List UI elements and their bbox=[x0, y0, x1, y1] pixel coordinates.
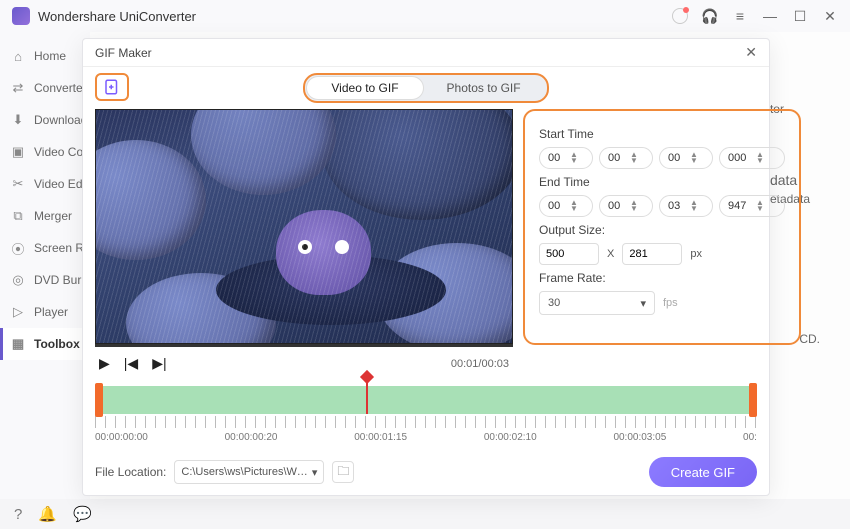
output-size-label: Output Size: bbox=[539, 223, 785, 237]
end-ms-stepper[interactable]: 947▲▼ bbox=[719, 195, 785, 217]
next-frame-button[interactable]: ▶| bbox=[152, 355, 166, 372]
timeline: 00:00:00:00 00:00:00:20 00:00:01:15 00:0… bbox=[95, 386, 757, 443]
home-icon: ⌂ bbox=[10, 48, 26, 64]
sidebar-item-home[interactable]: ⌂ Home bbox=[0, 40, 90, 72]
sidebar-item-label: Home bbox=[34, 49, 66, 63]
size-unit: px bbox=[690, 248, 702, 260]
size-separator: X bbox=[607, 248, 614, 260]
stepper-arrows-icon[interactable]: ▲▼ bbox=[570, 200, 588, 212]
file-location-select[interactable]: C:\Users\ws\Pictures\Wonders ▾ bbox=[174, 460, 324, 484]
prev-frame-button[interactable]: |◀ bbox=[124, 355, 138, 372]
menu-icon[interactable]: ≡ bbox=[732, 8, 748, 24]
stepper-arrows-icon[interactable]: ▲▼ bbox=[570, 152, 588, 164]
video-preview[interactable] bbox=[95, 109, 513, 344]
add-media-button[interactable] bbox=[95, 73, 129, 101]
sidebar-item-video-compressor[interactable]: ▣Video Compressor bbox=[0, 136, 90, 168]
fps-unit: fps bbox=[663, 297, 678, 309]
output-width-input[interactable] bbox=[539, 243, 599, 265]
support-icon[interactable]: 🎧 bbox=[702, 8, 718, 24]
titlebar: Wondershare UniConverter 🎧 ≡ — ☐ ✕ bbox=[0, 0, 850, 32]
sidebar-item-player[interactable]: ▷ Player bbox=[0, 296, 90, 328]
output-height-input[interactable] bbox=[622, 243, 682, 265]
end-time-label: End Time bbox=[539, 175, 785, 189]
sidebar: ⌂ Home ⇄ Converter ⬇Downloader ▣Video Comp… bbox=[0, 32, 90, 499]
window-minimize-icon[interactable]: — bbox=[762, 8, 778, 24]
chevron-down-icon: ▾ bbox=[640, 297, 646, 310]
sidebar-item-screen-recorder[interactable]: ⦿Screen Recorder bbox=[0, 232, 90, 264]
create-gif-button[interactable]: Create GIF bbox=[649, 457, 757, 487]
stepper-arrows-icon[interactable]: ▲▼ bbox=[690, 200, 708, 212]
account-icon[interactable] bbox=[672, 8, 688, 24]
sidebar-item-label: Toolbox bbox=[34, 337, 80, 351]
tab-video-to-gif[interactable]: Video to GIF bbox=[307, 77, 422, 99]
disc-icon: ◎ bbox=[10, 272, 26, 288]
start-time-label: Start Time bbox=[539, 127, 785, 141]
tab-photos-to-gif[interactable]: Photos to GIF bbox=[423, 77, 545, 99]
bell-icon[interactable]: 🔔 bbox=[38, 505, 57, 523]
sidebar-item-toolbox[interactable]: ▦ Toolbox bbox=[0, 328, 90, 360]
file-location-label: File Location: bbox=[95, 465, 166, 479]
start-hours-stepper[interactable]: 00▲▼ bbox=[539, 147, 593, 169]
stepper-arrows-icon[interactable]: ▲▼ bbox=[756, 152, 780, 164]
timeline-playhead[interactable] bbox=[366, 376, 368, 414]
dialog-title: GIF Maker bbox=[95, 46, 152, 60]
trim-end-handle[interactable] bbox=[749, 383, 757, 417]
mode-tabs: Video to GIF Photos to GIF bbox=[303, 73, 548, 103]
end-hours-stepper[interactable]: 00▲▼ bbox=[539, 195, 593, 217]
timeline-track[interactable] bbox=[95, 386, 757, 414]
stepper-arrows-icon[interactable]: ▲▼ bbox=[630, 152, 648, 164]
scissors-icon: ✂ bbox=[10, 176, 26, 192]
sidebar-item-label: Player bbox=[34, 305, 68, 319]
sidebar-item-converter[interactable]: ⇄ Converter bbox=[0, 72, 90, 104]
timeline-ticks bbox=[95, 416, 757, 428]
play-icon: ▷ bbox=[10, 304, 26, 320]
sidebar-item-label: Converter bbox=[34, 81, 87, 95]
statusbar: ? 🔔 💬 bbox=[0, 499, 850, 529]
app-logo bbox=[12, 7, 30, 25]
frame-rate-label: Frame Rate: bbox=[539, 271, 785, 285]
help-icon[interactable]: ? bbox=[14, 506, 22, 523]
start-seconds-stepper[interactable]: 00▲▼ bbox=[659, 147, 713, 169]
sidebar-item-downloader[interactable]: ⬇Downloader bbox=[0, 104, 90, 136]
browse-folder-button[interactable]: 🗀 bbox=[332, 461, 354, 483]
gif-maker-dialog: GIF Maker ✕ Video to GIF Photos to GIF bbox=[82, 38, 770, 496]
trim-start-handle[interactable] bbox=[95, 383, 103, 417]
stepper-arrows-icon[interactable]: ▲▼ bbox=[756, 200, 780, 212]
compress-icon: ▣ bbox=[10, 144, 26, 160]
frame-rate-select[interactable]: 30 ▾ bbox=[539, 291, 655, 315]
convert-icon: ⇄ bbox=[10, 80, 26, 96]
window-maximize-icon[interactable]: ☐ bbox=[792, 8, 808, 24]
grid-icon: ▦ bbox=[10, 336, 26, 352]
stepper-arrows-icon[interactable]: ▲▼ bbox=[690, 152, 708, 164]
window-close-icon[interactable]: ✕ bbox=[822, 8, 838, 24]
end-minutes-stepper[interactable]: 00▲▼ bbox=[599, 195, 653, 217]
bg-text-cd: CD. bbox=[799, 332, 820, 346]
timeline-labels: 00:00:00:00 00:00:00:20 00:00:01:15 00:0… bbox=[95, 432, 757, 443]
download-icon: ⬇ bbox=[10, 112, 26, 128]
merge-icon: ⧉ bbox=[10, 208, 26, 224]
stepper-arrows-icon[interactable]: ▲▼ bbox=[630, 200, 648, 212]
sidebar-item-label: Merger bbox=[34, 209, 72, 223]
sidebar-item-video-editor[interactable]: ✂Video Editor bbox=[0, 168, 90, 200]
playback-time: 00:01/00:03 bbox=[451, 358, 509, 370]
record-icon: ⦿ bbox=[10, 240, 26, 256]
start-minutes-stepper[interactable]: 00▲▼ bbox=[599, 147, 653, 169]
play-button[interactable]: ▶ bbox=[99, 355, 110, 372]
end-seconds-stepper[interactable]: 03▲▼ bbox=[659, 195, 713, 217]
app-title: Wondershare UniConverter bbox=[38, 9, 196, 24]
dialog-close-icon[interactable]: ✕ bbox=[745, 44, 757, 61]
start-ms-stepper[interactable]: 000▲▼ bbox=[719, 147, 785, 169]
settings-panel: Start Time 00▲▼ 00▲▼ 00▲▼ 000▲▼ End Time… bbox=[523, 109, 801, 345]
sidebar-item-dvd-burner[interactable]: ◎DVD Burner bbox=[0, 264, 90, 296]
sidebar-item-merger[interactable]: ⧉ Merger bbox=[0, 200, 90, 232]
chat-icon[interactable]: 💬 bbox=[73, 505, 92, 523]
chevron-down-icon: ▾ bbox=[312, 466, 318, 479]
